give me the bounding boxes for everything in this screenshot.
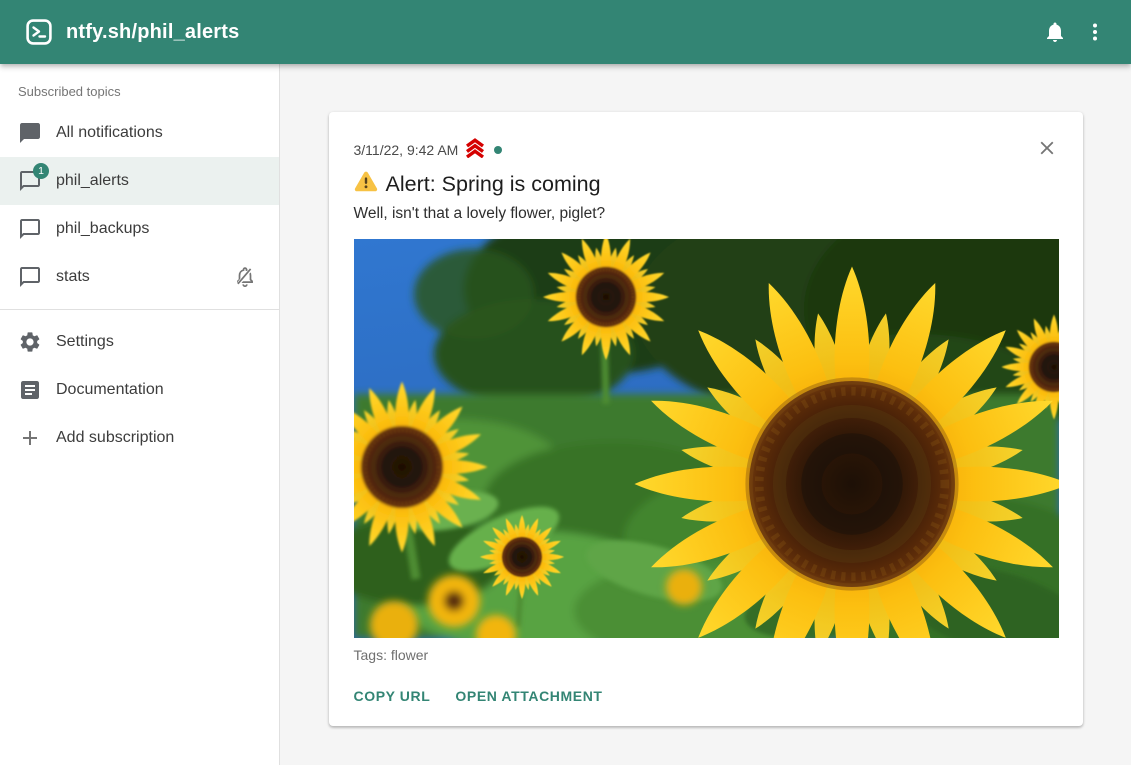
sidebar-item-phil-alerts[interactable]: 1 phil_alerts bbox=[0, 157, 279, 205]
terminal-icon bbox=[26, 19, 52, 45]
open-attachment-button[interactable]: OPEN ATTACHMENT bbox=[455, 684, 602, 708]
attachment-image-sunflower-photo[interactable] bbox=[354, 239, 1059, 638]
kebab-menu-icon bbox=[1083, 20, 1107, 44]
chat-bubble-outline-icon bbox=[18, 265, 42, 289]
warning-triangle-emoji bbox=[354, 170, 378, 198]
subscribed-topics-label: Subscribed topics bbox=[0, 72, 279, 109]
page-title: ntfy.sh/phil_alerts bbox=[66, 21, 239, 44]
close-notification-button[interactable] bbox=[1033, 134, 1061, 162]
plus-icon bbox=[18, 426, 42, 450]
priority-max-icon bbox=[464, 138, 486, 161]
sidebar-item-documentation[interactable]: Documentation bbox=[0, 366, 279, 414]
overflow-menu-button[interactable] bbox=[1075, 12, 1115, 52]
article-icon bbox=[18, 378, 42, 402]
sidebar-divider bbox=[0, 309, 279, 310]
main-content: 3/11/22, 9:42 AM bbox=[280, 64, 1131, 765]
sidebar-item-label: phil_alerts bbox=[56, 172, 263, 190]
sidebar-item-stats[interactable]: stats bbox=[0, 253, 279, 301]
app-bar: ntfy.sh/phil_alerts bbox=[0, 0, 1131, 64]
sidebar-item-label: Settings bbox=[56, 333, 263, 351]
unread-dot bbox=[494, 146, 502, 154]
sidebar-item-label: Add subscription bbox=[56, 429, 263, 447]
chat-bubble-outline-icon: 1 bbox=[18, 169, 42, 193]
bell-icon bbox=[1043, 20, 1067, 44]
sidebar-item-all-notifications[interactable]: All notifications bbox=[0, 109, 279, 157]
sidebar-item-add-subscription[interactable]: Add subscription bbox=[0, 414, 279, 462]
chat-bubble-filled-icon bbox=[18, 121, 42, 145]
sidebar-item-phil-backups[interactable]: phil_backups bbox=[0, 205, 279, 253]
notification-title: Alert: Spring is coming bbox=[386, 172, 601, 197]
close-icon bbox=[1036, 137, 1058, 159]
notification-card: 3/11/22, 9:42 AM bbox=[329, 112, 1083, 726]
tags-line: Tags: flower bbox=[354, 647, 1059, 663]
sidebar-item-label: All notifications bbox=[56, 124, 263, 142]
card-actions: COPY URL OPEN ATTACHMENT bbox=[354, 684, 1059, 708]
notifications-off-icon bbox=[233, 265, 257, 289]
sidebar-item-label: stats bbox=[56, 268, 233, 286]
notification-timestamp: 3/11/22, 9:42 AM bbox=[354, 142, 459, 158]
sidebar-item-label: phil_backups bbox=[56, 220, 263, 238]
sidebar-item-label: Documentation bbox=[56, 381, 263, 399]
copy-url-button[interactable]: COPY URL bbox=[354, 684, 431, 708]
sidebar: Subscribed topics All notifications 1 ph… bbox=[0, 64, 280, 765]
notification-meta: 3/11/22, 9:42 AM bbox=[354, 138, 1059, 161]
sidebar-item-settings[interactable]: Settings bbox=[0, 318, 279, 366]
unread-count-badge: 1 bbox=[33, 163, 49, 179]
notifications-button[interactable] bbox=[1035, 12, 1075, 52]
notification-body: Well, isn't that a lovely flower, piglet… bbox=[354, 205, 1059, 223]
chat-bubble-outline-icon bbox=[18, 217, 42, 241]
notification-title-row: Alert: Spring is coming bbox=[354, 170, 1059, 198]
gear-icon bbox=[18, 330, 42, 354]
